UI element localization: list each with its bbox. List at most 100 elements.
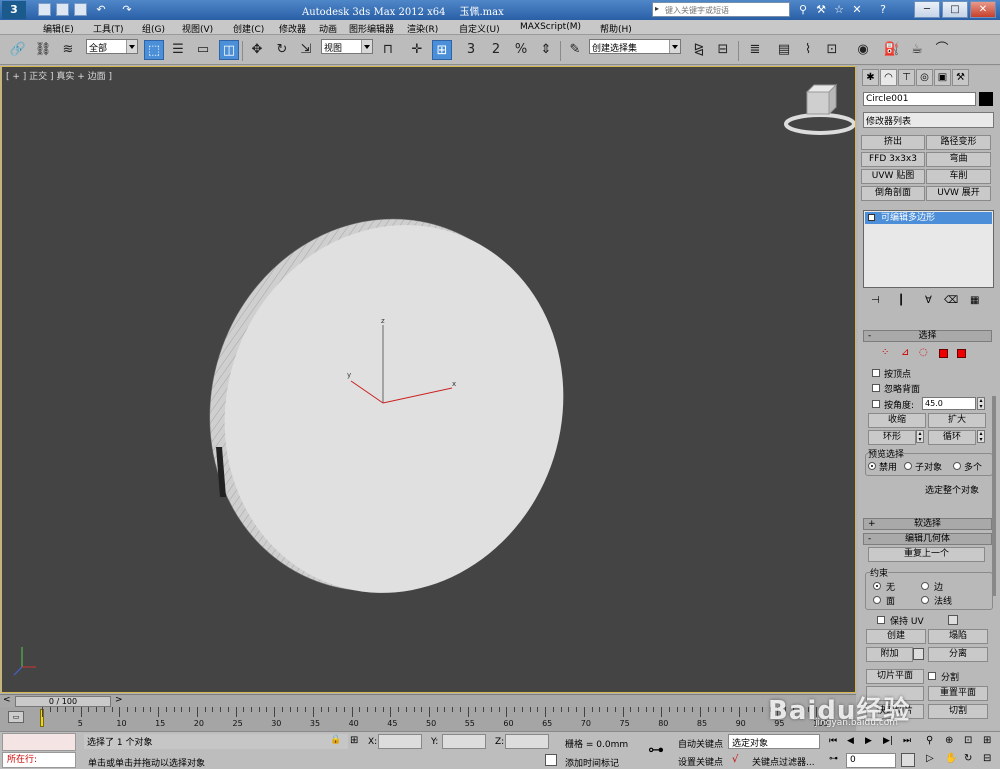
named-selection-dropdown[interactable]: 创建选择集 (589, 39, 681, 54)
vertex-subobj-icon[interactable]: ⁘ (881, 347, 889, 358)
fov-icon[interactable]: ▷ (926, 753, 934, 764)
view-cube[interactable] (784, 83, 855, 135)
loop-button[interactable]: 循环 (928, 430, 976, 445)
key-mode-icon[interactable]: √ (732, 754, 738, 765)
track-bar[interactable]: ▭ 5 10 15 20 25 30 35 40 45 50 55 60 65 70 75 80 85 90 95 1… (0, 707, 856, 731)
tab-create[interactable]: ✱ (862, 69, 879, 86)
repeat-last-button[interactable]: 重复上一个 (868, 547, 985, 562)
scale-icon[interactable]: ⇲ (296, 40, 316, 60)
star-icon[interactable]: ☆ (832, 3, 846, 17)
tab-hierarchy[interactable]: ⊤ (898, 69, 915, 86)
disc-face[interactable] (173, 177, 614, 641)
x-coord-field[interactable] (378, 734, 422, 749)
detach-button[interactable]: 分离 (928, 647, 988, 662)
path-deform-button[interactable]: 路径变形 (926, 135, 991, 150)
new-file-icon[interactable] (38, 3, 51, 16)
polygon-subobj-icon[interactable] (939, 349, 948, 358)
ignore-backface-checkbox[interactable] (872, 384, 880, 392)
y-coord-field[interactable] (442, 734, 486, 749)
edge-subobj-icon[interactable]: ⊿ (901, 347, 909, 358)
snap-3d-icon[interactable]: 3 (461, 40, 481, 60)
time-slider[interactable]: 0 / 100 (15, 696, 111, 707)
maxscript-mini[interactable]: 所在行: (2, 752, 76, 768)
time-config-icon[interactable] (901, 753, 915, 767)
panel-scrollbar[interactable] (992, 396, 996, 596)
maxscript-listener[interactable] (2, 733, 76, 751)
zoom-icon[interactable]: ⚲ (926, 735, 933, 746)
tools-icon[interactable]: ⚒ (814, 3, 828, 17)
zoom-extents-all-icon[interactable]: ⊞ (983, 735, 991, 746)
attach-button[interactable]: 附加 (866, 647, 913, 662)
auto-key-button[interactable]: 自动关键点 (678, 737, 723, 750)
selection-rollout[interactable]: - 选择 (863, 330, 992, 342)
preserve-uv-checkbox[interactable] (877, 616, 885, 624)
rendered-frame-icon[interactable]: ☕ (907, 40, 927, 60)
menu-help[interactable]: 帮助(H) (600, 22, 632, 35)
modifier-stack[interactable]: 可编辑多边形 (863, 210, 994, 288)
lock-selection-icon[interactable]: 🔒 (330, 735, 341, 745)
modifier-list-dropdown[interactable]: 修改器列表 (863, 112, 994, 128)
edit-named-sel-icon[interactable]: ✎ (565, 40, 585, 60)
menu-edit[interactable]: 编辑(E) (43, 22, 74, 35)
material-editor-icon[interactable]: ◉ (853, 40, 873, 60)
select-manipulate-icon[interactable]: ✛ (407, 40, 427, 60)
move-icon[interactable]: ✥ (247, 40, 267, 60)
pin-stack-icon[interactable]: ⊣ (871, 295, 880, 306)
object-name-field[interactable]: Circle001 (863, 92, 976, 106)
tab-display[interactable]: ▣ (934, 69, 951, 86)
tab-motion[interactable]: ◎ (916, 69, 933, 86)
app-logo-icon[interactable]: 3 (2, 1, 26, 19)
undo-icon[interactable]: ↶ (94, 3, 108, 17)
collapse-button[interactable]: 塌陷 (928, 629, 988, 644)
preserve-uv-settings-icon[interactable] (948, 615, 958, 625)
constraint-face-radio[interactable] (873, 596, 881, 604)
menu-group[interactable]: 组(G) (142, 22, 165, 35)
make-unique-icon[interactable]: ∀ (925, 295, 932, 306)
select-by-name-icon[interactable]: ☰ (168, 40, 188, 60)
by-angle-checkbox[interactable] (872, 400, 880, 408)
attach-list-icon[interactable] (913, 648, 924, 660)
rect-selection-icon[interactable]: ▭ (193, 40, 213, 60)
perspective-viewport[interactable]: [ + ] 正交 ] 真实 + 边面 ] z x y (1, 66, 856, 693)
pivot-center-icon[interactable]: ⊓ (378, 40, 398, 60)
key-filters-button[interactable]: 关键点过滤器... (752, 755, 815, 768)
angle-spinner-arrows[interactable]: ▴ ▾ (977, 397, 985, 410)
create-button[interactable]: 创建 (866, 629, 926, 644)
lathe-button[interactable]: 车削 (926, 169, 991, 184)
menu-maxscript[interactable]: MAXScript(M) (520, 22, 581, 32)
reference-coord-dropdown[interactable]: 视图 (321, 39, 373, 54)
slice-plane-button[interactable]: 切片平面 (866, 669, 924, 684)
absolute-mode-icon[interactable]: ⊞ (350, 735, 358, 746)
constraint-none-radio[interactable] (873, 582, 881, 590)
window-crossing-icon[interactable]: ◫ (219, 40, 239, 60)
menu-animation[interactable]: 动画 (319, 22, 337, 35)
minimize-button[interactable]: ─ (914, 1, 940, 18)
render-production-icon[interactable]: ⌒ (932, 40, 952, 60)
add-time-tag-icon[interactable] (545, 754, 557, 766)
goto-end-icon[interactable]: ⏭ (903, 736, 911, 746)
bevel-profile-button[interactable]: 倒角剖面 (861, 186, 925, 201)
bend-button[interactable]: 弯曲 (926, 152, 991, 167)
key-mode-toggle-icon[interactable]: ⊶ (829, 754, 838, 764)
ring-button[interactable]: 环形 (868, 430, 916, 445)
binoculars-icon[interactable]: ⚲ (796, 3, 810, 17)
prev-frame-icon[interactable]: < (3, 695, 11, 705)
by-vertex-checkbox[interactable] (872, 369, 880, 377)
open-file-icon[interactable] (56, 3, 69, 16)
prev-key-icon[interactable]: ◀ (847, 736, 854, 746)
grow-button[interactable]: 扩大 (928, 413, 986, 428)
next-key-icon[interactable]: ▶| (883, 736, 893, 746)
open-mini-curve-icon[interactable]: ▭ (8, 711, 24, 723)
next-frame-icon[interactable]: > (115, 695, 123, 705)
redo-icon[interactable]: ↷ (120, 3, 134, 17)
menu-customize[interactable]: 自定义(U) (459, 22, 500, 35)
add-time-tag-text[interactable]: 添加时间标记 (565, 756, 619, 769)
ribbon-icon[interactable]: ▤ (774, 40, 794, 60)
menu-graph-editors[interactable]: 图形编辑器 (349, 22, 394, 35)
maximize-button[interactable]: □ (942, 1, 968, 18)
bind-spacewarp-icon[interactable]: ≋ (58, 40, 78, 60)
angle-snap-icon[interactable]: 2 (486, 40, 506, 60)
mirror-icon[interactable]: ⧎ (689, 40, 709, 60)
remove-modifier-icon[interactable]: ⌫ (944, 295, 958, 306)
orbit-icon[interactable]: ↻ (964, 753, 972, 764)
